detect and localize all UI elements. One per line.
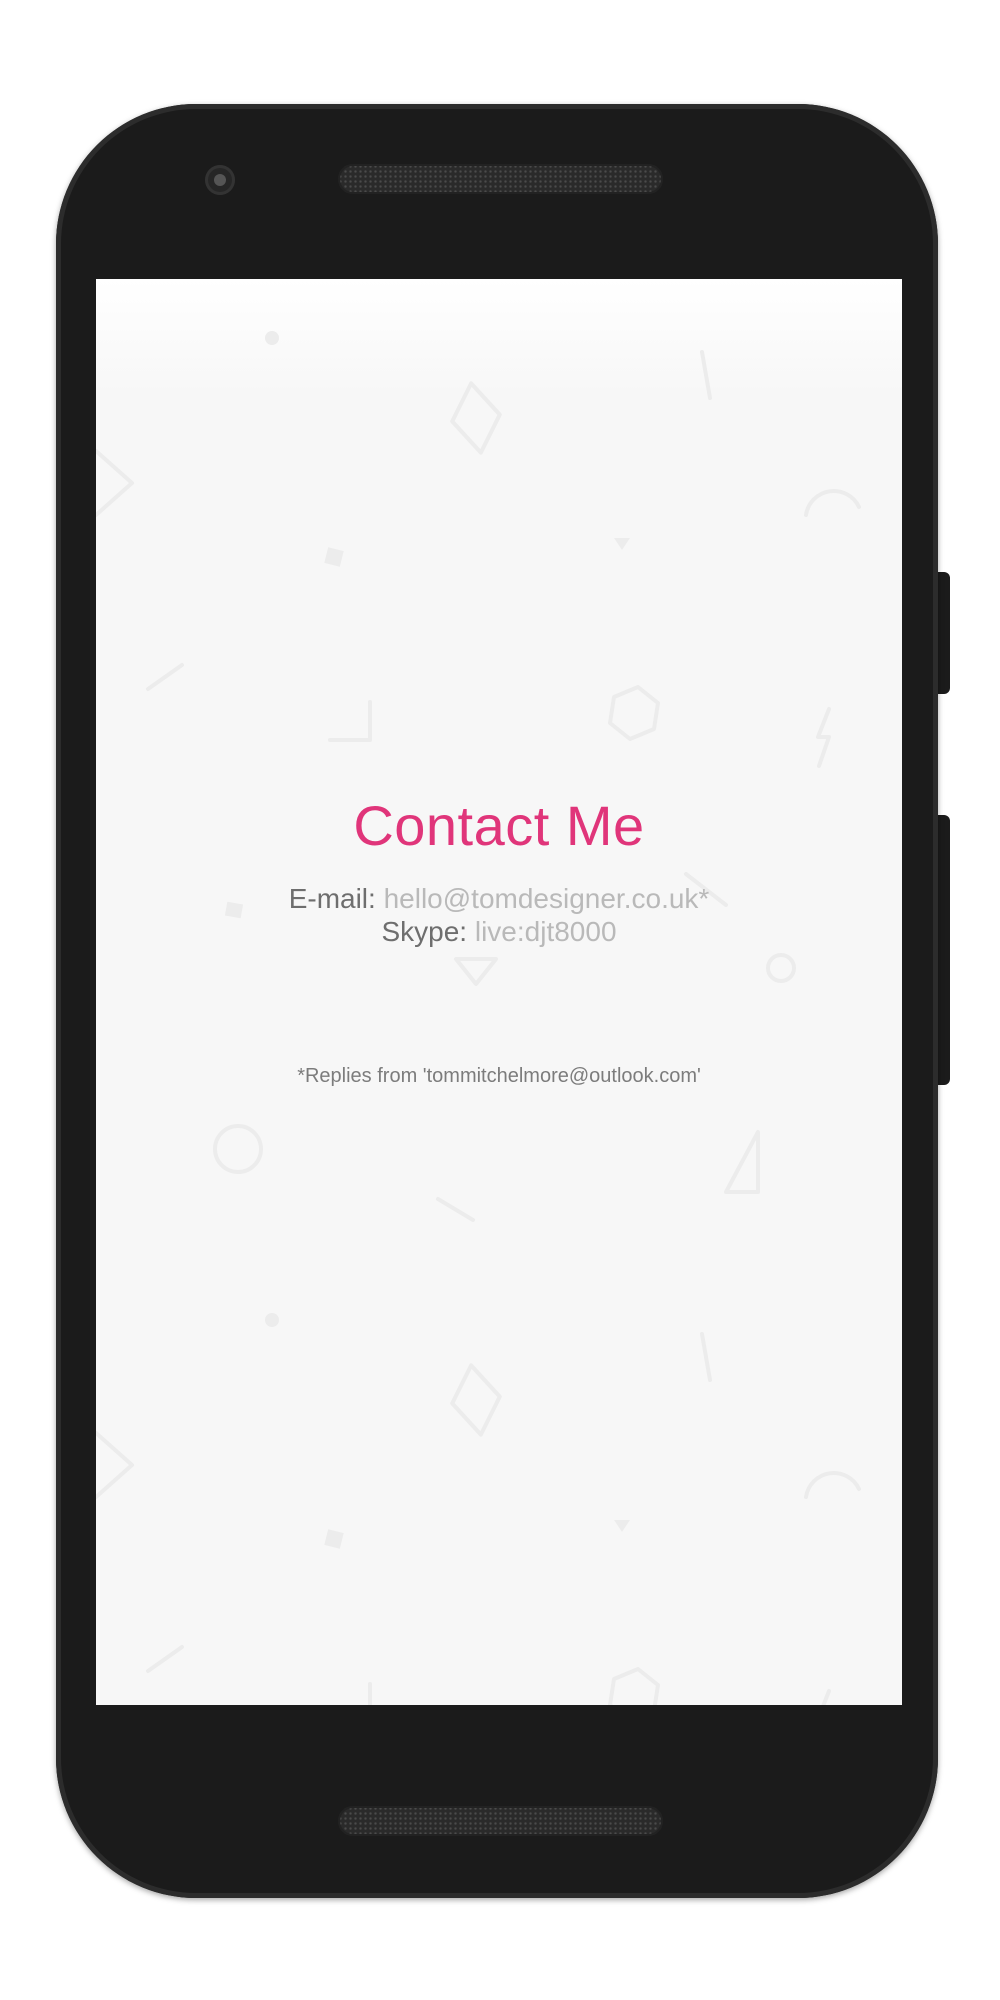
power-button[interactable] [938, 572, 950, 694]
volume-button[interactable] [938, 815, 950, 1085]
phone-screen: Contact Me E-mail: hello@tomdesigner.co.… [96, 279, 902, 1705]
email-row: E-mail: hello@tomdesigner.co.uk* [96, 883, 902, 915]
page-title: Contact Me [353, 794, 645, 857]
email-link[interactable]: hello@tomdesigner.co.uk* [384, 883, 710, 914]
skype-link[interactable]: live:djt8000 [475, 916, 617, 947]
reply-note: *Replies from 'tommitchelmore@outlook.co… [297, 1065, 701, 1087]
camera-icon [205, 165, 235, 195]
skype-row: Skype: live:djt8000 [96, 916, 902, 948]
email-label: E-mail: [288, 883, 376, 914]
contact-content: Contact Me E-mail: hello@tomdesigner.co.… [96, 279, 902, 1705]
bottom-speaker-grille [338, 1806, 663, 1836]
skype-label: Skype: [381, 916, 468, 947]
top-speaker-grille [338, 164, 663, 194]
